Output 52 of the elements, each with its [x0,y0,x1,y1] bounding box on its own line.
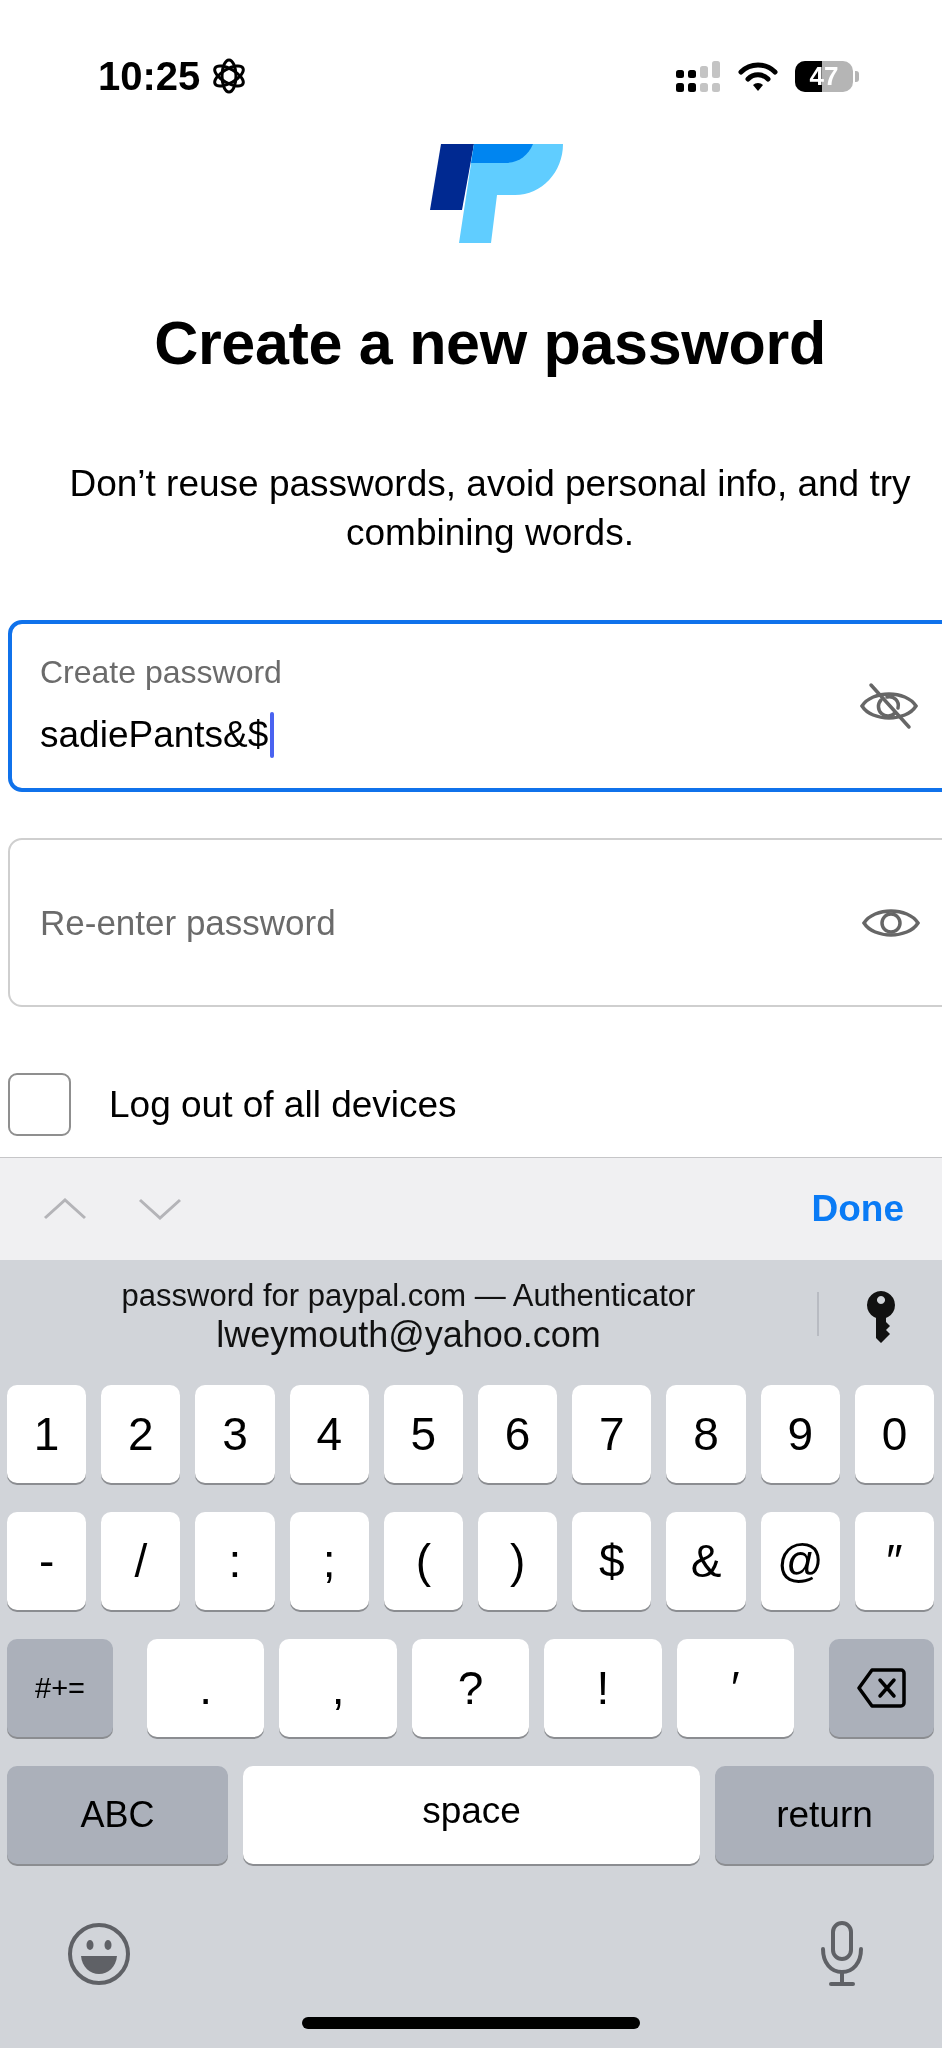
keyboard-key[interactable]: / [101,1512,181,1610]
keyboard-key[interactable]: ; [289,1512,369,1610]
keyboard-key[interactable]: . [147,1639,265,1737]
keyboard-key[interactable]: 1 [7,1385,87,1483]
keyboard-key[interactable]: : [195,1512,275,1610]
field-label: Create password [40,654,283,690]
text-cursor-icon [270,712,275,758]
keyboard-key[interactable]: 2 [101,1385,181,1483]
keyboard-key[interactable]: @ [760,1512,840,1610]
backspace-icon [857,1668,907,1708]
delete-key[interactable] [829,1639,935,1737]
keyboard-key[interactable]: ( [383,1512,463,1610]
key-icon[interactable] [865,1290,897,1343]
wifi-icon [738,60,778,92]
emoji-icon[interactable] [67,1922,131,1986]
keyboard-key[interactable]: 8 [666,1385,746,1483]
keyboard-key[interactable]: ′ [676,1639,795,1737]
space-key[interactable]: space [243,1766,700,1864]
password-field[interactable]: Create password sadiePants&$ [8,620,942,792]
return-key[interactable]: return [715,1766,934,1864]
keyboard-key[interactable]: 5 [383,1385,463,1483]
password-input[interactable]: Re-enter password [40,900,370,945]
keyboard-mode-key[interactable]: ABC [7,1766,228,1864]
done-button[interactable]: Done [811,1187,904,1231]
keyboard-key[interactable]: ! [544,1639,662,1737]
keyboard-key[interactable]: , [279,1639,397,1737]
logo-icon [430,144,563,243]
keyboard-key[interactable]: 3 [195,1385,275,1483]
signal-icon [676,60,721,92]
page-title: Create a new password [153,308,827,379]
checkbox-label[interactable]: Log out of all devices [109,1082,457,1127]
orbit-icon [211,58,248,94]
microphone-icon[interactable] [819,1921,865,1987]
keyboard-key[interactable]: ) [478,1512,558,1610]
keyboard-key[interactable]: - [7,1512,87,1610]
keyboard-key[interactable]: $ [572,1512,652,1610]
keyboard-key[interactable]: 6 [478,1385,558,1483]
keyboard-key[interactable]: 7 [572,1385,652,1483]
keyboard-key[interactable]: 9 [760,1385,840,1483]
checkbox[interactable] [8,1073,71,1136]
page-subtitle: Don’t reuse passwords, avoid personal info, and try combining words. [68,462,912,555]
password-suggestion[interactable]: password for paypal.com — Authenticator lweymouth@yahoo.com [0,1260,817,1356]
symbols-key[interactable]: #+= [7,1639,113,1737]
status-time: 10:25 [98,56,201,96]
field-value: sadiePants&$ [40,713,269,757]
password-field[interactable]: Re-enter password [8,838,942,1007]
eye-slash-icon[interactable] [859,682,919,730]
keyboard-key[interactable]: ″ [854,1512,935,1610]
keyboard-key[interactable]: ? [411,1639,530,1737]
keyboard-key[interactable]: 0 [854,1385,935,1483]
keyboard-key[interactable]: 4 [289,1385,369,1483]
keyboard-key[interactable]: & [666,1512,746,1610]
